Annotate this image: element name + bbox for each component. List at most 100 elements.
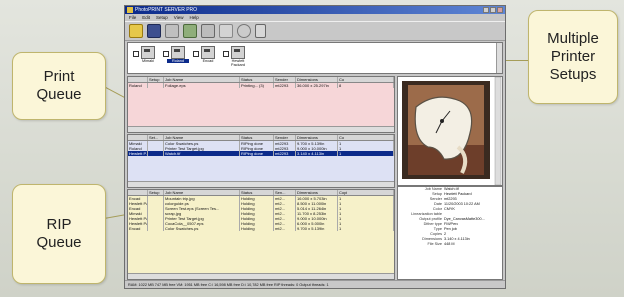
job-info-row: File Size 448 M (398, 242, 502, 247)
printer-icon (231, 46, 245, 59)
status-bar: RAM: 1022 MB 747 MB free VM: 1951 MB fre… (125, 280, 505, 288)
title-bar: PhotoPRINT SERVER PRO (125, 6, 505, 14)
printer-setup-item[interactable]: Hewlett Packard (223, 46, 249, 67)
column-header[interactable]: Sender (274, 135, 296, 140)
app-icon (127, 7, 133, 13)
horizontal-scrollbar[interactable] (128, 273, 394, 279)
column-header[interactable]: Status (240, 135, 274, 140)
column-header[interactable] (128, 135, 148, 140)
setup-icon[interactable] (183, 24, 197, 38)
printer-name: Roland (167, 59, 189, 63)
job-info-panel: Job Name Watch.tif Setup Hewlett Packard Sen… (397, 186, 503, 280)
menu-edit[interactable]: Edit (142, 14, 150, 21)
save-icon[interactable] (147, 24, 161, 38)
printer-checkbox[interactable] (133, 51, 139, 57)
table-cell: Encad (128, 226, 148, 231)
column-header[interactable]: Setup (148, 190, 164, 195)
column-header[interactable]: Job Name (164, 77, 240, 82)
column-header[interactable]: Dimensions (296, 190, 338, 195)
table-cell: Printing... (3) (240, 83, 274, 88)
minimize-button[interactable] (483, 7, 489, 13)
window-title: PhotoPRINT SERVER PRO (135, 7, 198, 13)
table-cell: 8 (338, 83, 394, 88)
maximize-button[interactable] (490, 7, 496, 13)
printer-icon (201, 46, 215, 59)
table-cell: Holding (240, 226, 274, 231)
printer-setup-item[interactable]: Mimaki (133, 46, 159, 63)
menu-bar: File Edit Setup View Help (125, 14, 505, 21)
column-header[interactable]: Dimensions (296, 77, 338, 82)
table-row[interactable]: Hewlett P... Watch.tif RIPing done mt2293 3.… (128, 151, 394, 156)
column-header[interactable]: Co (338, 77, 394, 82)
close-button[interactable] (497, 7, 503, 13)
table-cell: Watch.tif (164, 151, 240, 156)
toolbar (125, 21, 505, 41)
horizontal-scrollbar[interactable] (128, 126, 394, 132)
menu-help[interactable]: Help (189, 14, 198, 21)
table-cell: 36.000 x 25.297in (296, 83, 338, 88)
job-preview (397, 76, 503, 186)
menu-setup[interactable]: Setup (156, 14, 168, 21)
column-header[interactable]: Job Name (164, 135, 240, 140)
printer-checkbox[interactable] (193, 51, 199, 57)
globe-icon[interactable] (237, 24, 251, 38)
printer-checkbox[interactable] (223, 51, 229, 57)
horizontal-scrollbar[interactable] (128, 181, 394, 187)
print-queue-table: Setup Job Name Status Sender Dimensions Co Rol… (127, 76, 395, 133)
table-cell: 1 (338, 151, 394, 156)
printer-setups-panel: Mimaki Roland Encad Hewlett Packard (127, 42, 503, 74)
open-folder-icon[interactable] (129, 24, 143, 38)
column-header[interactable]: Job Name (164, 190, 240, 195)
watch-preview-image (402, 76, 502, 186)
link-icon[interactable] (219, 24, 233, 38)
menu-view[interactable]: View (174, 14, 184, 21)
column-header[interactable]: Setup (148, 77, 164, 82)
print-queue-callout-text: Print Queue (36, 68, 82, 103)
table-cell: Hewlett P... (129, 151, 148, 156)
rip-queue-table: Setup Job Name Status Sen... Dimensions Copi E… (127, 189, 395, 280)
printer-icon[interactable] (165, 24, 179, 38)
table-cell: Color Swatches.ps (164, 226, 240, 231)
app-window: PhotoPRINT SERVER PRO File Edit Setup Vi… (124, 5, 506, 289)
job-info-value: 448 M (444, 242, 455, 246)
print-icon[interactable] (201, 24, 215, 38)
table-row[interactable]: Roland Foliage.eps Printing... (3) mt2293 36… (128, 83, 394, 88)
column-header[interactable]: Set... (148, 135, 164, 140)
multiple-setups-callout-text: Multiple Printer Setups (547, 30, 599, 83)
job-info-value: CMYK (444, 207, 455, 211)
table-cell: RIPing done (240, 151, 274, 156)
table-cell: Roland (128, 83, 148, 88)
printer-setup-item[interactable]: Roland (163, 46, 189, 63)
printer-name: Hewlett Packard (231, 59, 245, 67)
column-header[interactable]: Status (240, 77, 274, 82)
printer-name: Mimaki (141, 59, 155, 63)
table-cell: mt2293 (274, 83, 296, 88)
table-cell: mt2293 (274, 151, 296, 156)
printer-icon (171, 46, 185, 59)
printer-checkbox[interactable] (163, 51, 169, 57)
column-header[interactable]: Sen... (274, 190, 296, 195)
column-header[interactable]: Status (240, 190, 274, 195)
table-cell: Foliage.eps (164, 83, 240, 88)
print-queue-callout: Print Queue (12, 52, 106, 120)
table-cell: 9.700 x 5.139in (296, 226, 338, 231)
column-header[interactable] (128, 77, 148, 82)
column-header[interactable]: Copi (338, 190, 394, 195)
column-header[interactable] (128, 190, 148, 195)
printer-setup-item[interactable]: Encad (193, 46, 219, 63)
table-cell: 3.140 x 4.113in (296, 151, 338, 156)
printer-icon (141, 46, 155, 59)
table-cell (148, 151, 164, 156)
column-header[interactable]: Co (338, 135, 394, 140)
trash-icon[interactable] (255, 24, 266, 38)
table-row[interactable]: Encad Color Swatches.ps Holding mt2... 9.700… (128, 226, 394, 231)
column-header[interactable]: Sender (274, 77, 296, 82)
table-cell (148, 226, 164, 231)
rip-done-queue-table: Set... Job Name Status Sender Dimensions Co Mi… (127, 134, 395, 188)
table-cell: mt2... (274, 226, 296, 231)
column-header[interactable]: Dimensions (296, 135, 338, 140)
printers-scrollbar[interactable] (496, 43, 502, 73)
multiple-setups-callout: Multiple Printer Setups (528, 10, 618, 104)
menu-file[interactable]: File (129, 14, 136, 21)
job-info-key: File Size (427, 242, 442, 246)
